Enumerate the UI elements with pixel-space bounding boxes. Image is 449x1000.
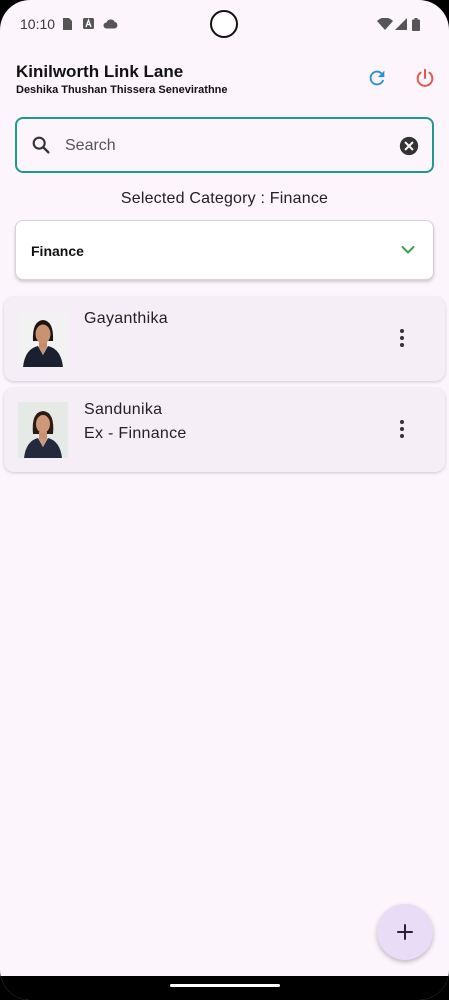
text-a-icon xyxy=(83,18,94,29)
chevron-down-icon xyxy=(401,246,415,254)
app-screen: 10:10 Kinilworth Link Lane Deshika Thush… xyxy=(0,0,449,1000)
more-vert-icon xyxy=(400,329,404,333)
sim-card-icon xyxy=(63,18,72,30)
selected-category-label: Selected Category : Finance xyxy=(120,190,329,207)
person-role: Ex - Finnance xyxy=(84,425,187,442)
search-box[interactable] xyxy=(15,117,434,173)
logout-button[interactable] xyxy=(410,63,440,93)
more-options-button[interactable] xyxy=(395,416,409,442)
more-vert-icon xyxy=(400,420,404,424)
app-subtitle: Deshika Thushan Thissera Senevirathne xyxy=(16,84,228,96)
power-icon xyxy=(416,68,434,87)
add-icon xyxy=(397,924,413,940)
category-dropdown[interactable]: Finance xyxy=(15,220,434,280)
dropdown-selected-value: Finance xyxy=(31,243,84,259)
person-name: Gayanthika xyxy=(84,310,168,327)
wifi-icon xyxy=(377,18,393,30)
list-item[interactable]: Sandunika Ex - Finnance xyxy=(4,388,445,472)
avatar xyxy=(18,402,68,458)
front-camera xyxy=(210,10,238,38)
person-name: Sandunika xyxy=(84,401,163,418)
refresh-button[interactable] xyxy=(362,63,392,93)
clear-search-icon[interactable] xyxy=(398,135,420,157)
status-time: 10:10 xyxy=(20,16,56,32)
status-bar: 10:10 xyxy=(0,0,449,48)
search-input[interactable] xyxy=(63,127,387,165)
home-indicator[interactable] xyxy=(170,984,280,987)
avatar xyxy=(18,311,68,367)
signal-icon xyxy=(395,18,407,30)
battery-icon xyxy=(412,18,420,31)
cloud-icon xyxy=(103,19,118,29)
more-options-button[interactable] xyxy=(395,325,409,351)
app-title: Kinilworth Link Lane xyxy=(16,62,184,81)
search-icon xyxy=(32,136,50,154)
add-person-button[interactable] xyxy=(377,904,433,960)
system-navigation-bar xyxy=(0,976,449,1000)
refresh-icon xyxy=(369,70,385,86)
list-item[interactable]: Gayanthika xyxy=(4,297,445,381)
person-photo xyxy=(18,311,68,367)
person-photo xyxy=(18,402,68,458)
